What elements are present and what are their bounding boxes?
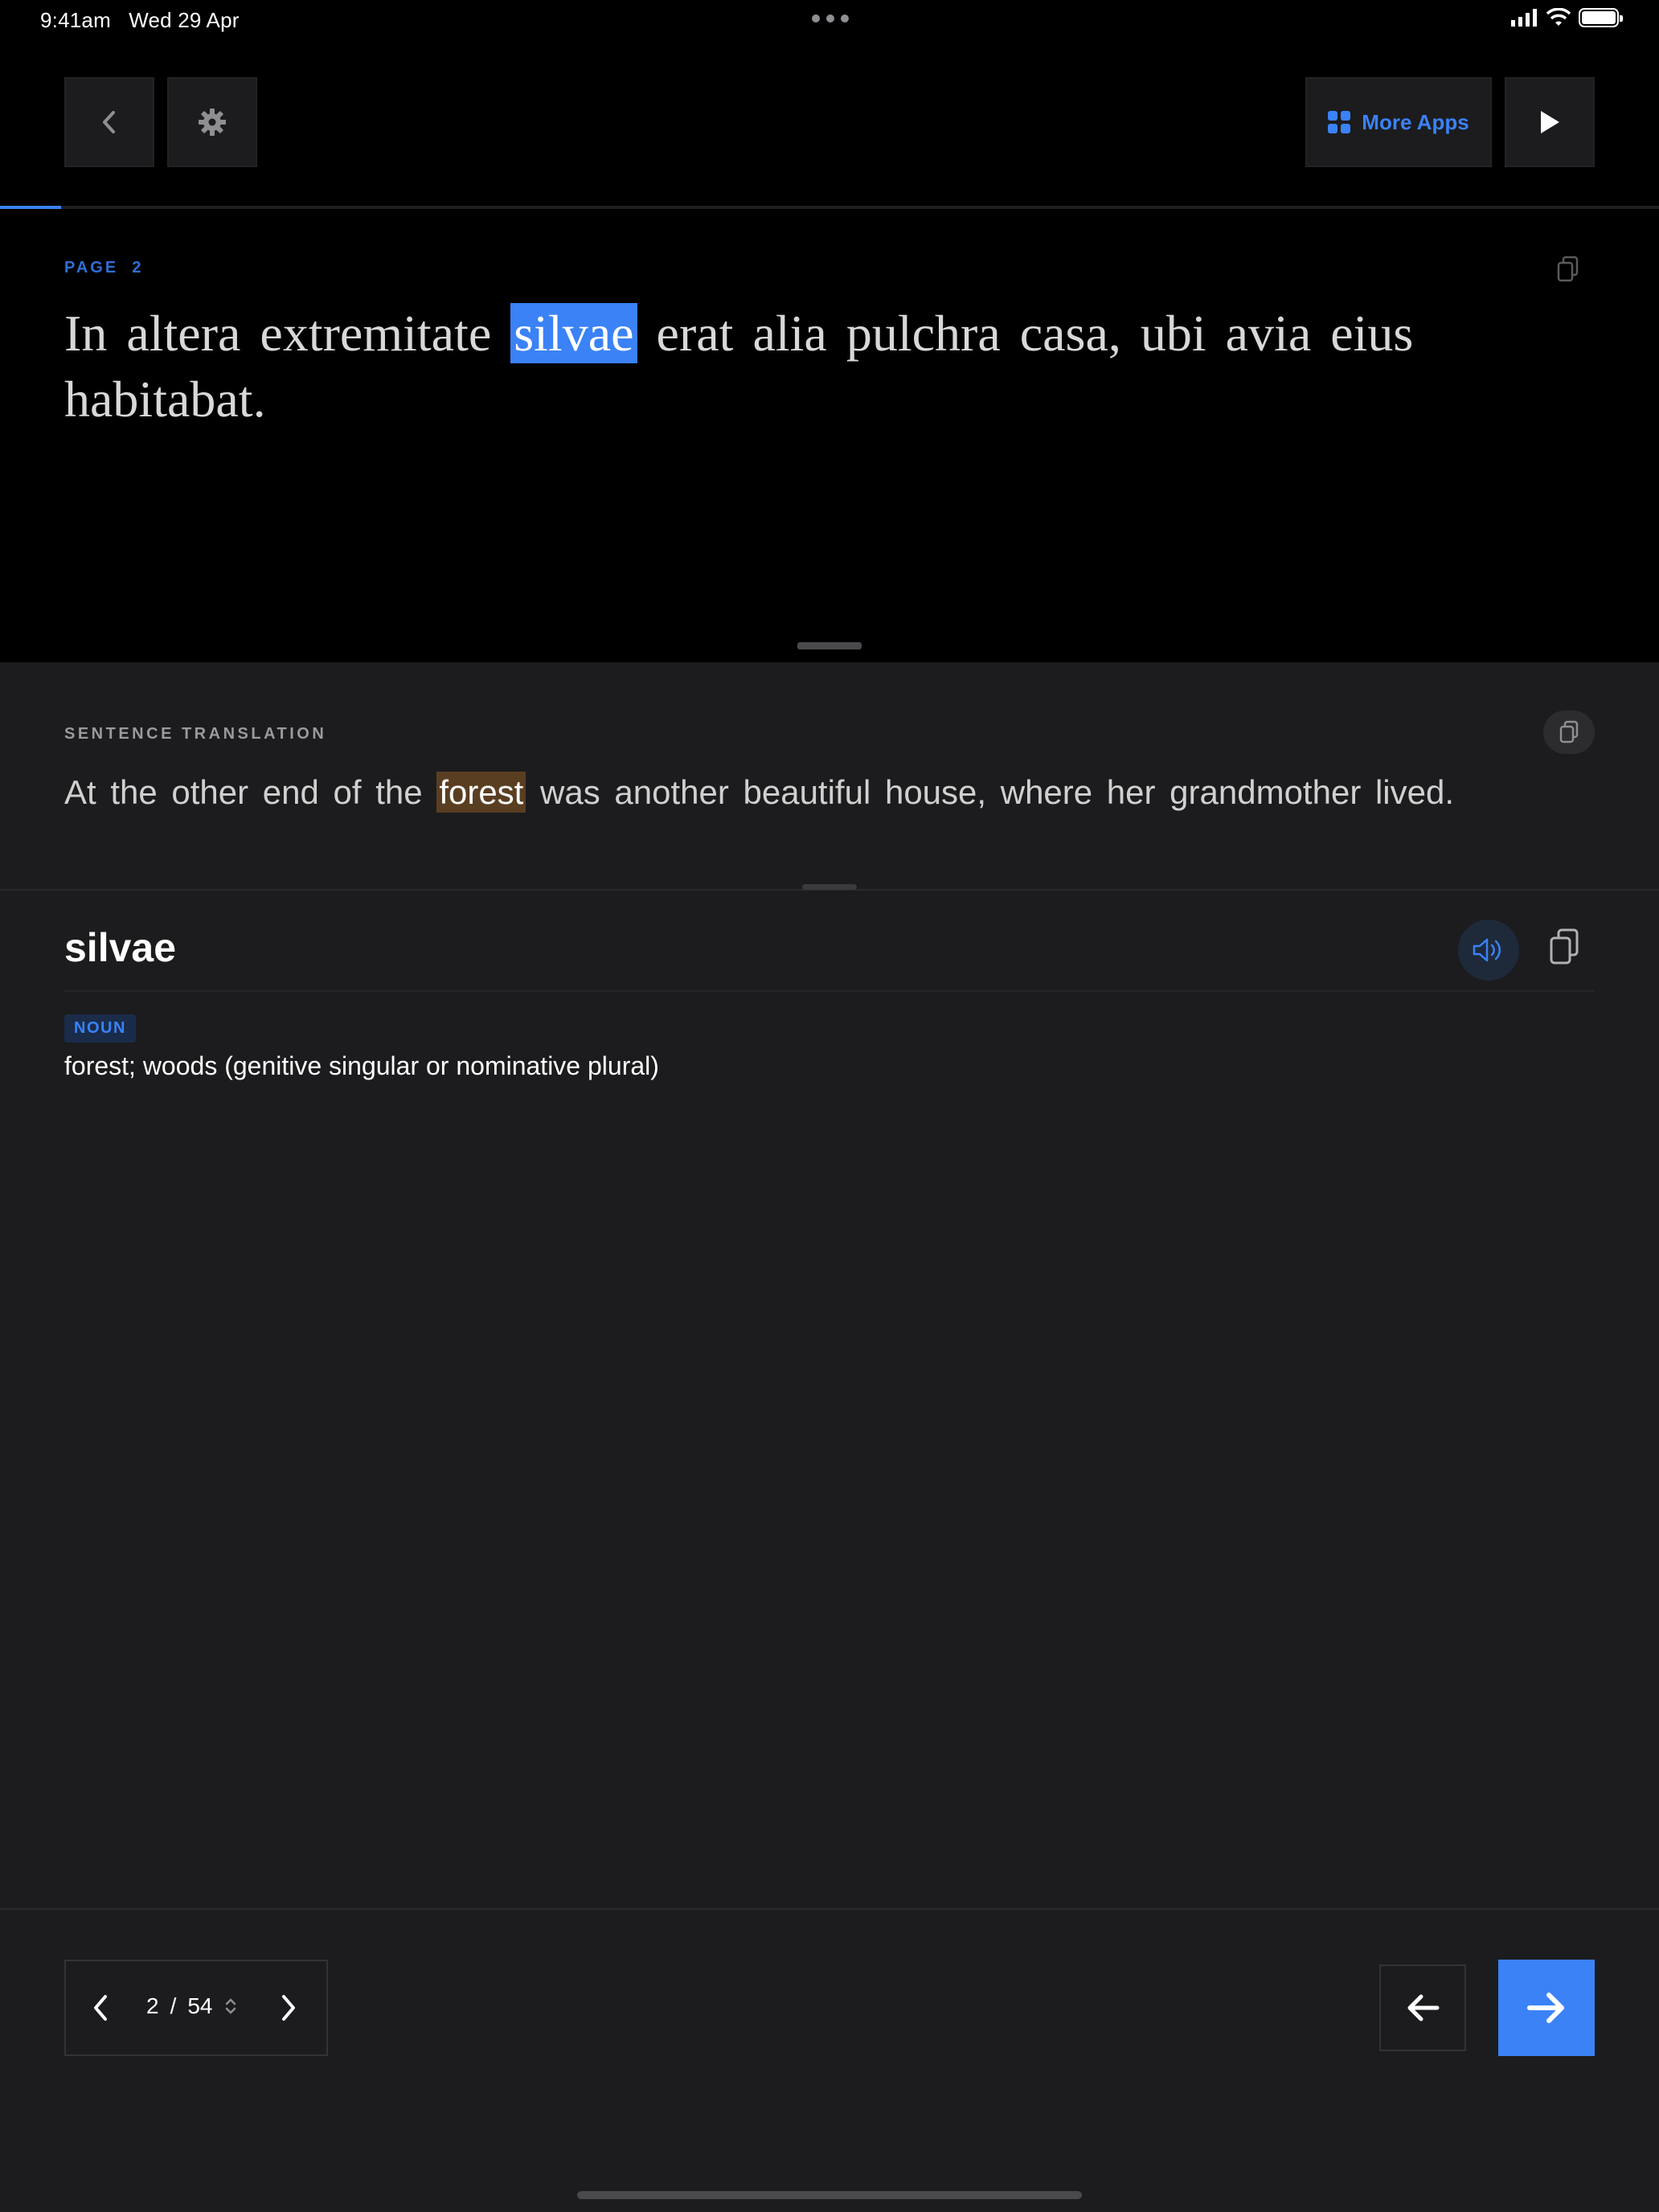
definition-text: forest; woods (genitive singular or nomi… xyxy=(64,1051,659,1080)
current-page: 2 xyxy=(146,1993,159,2018)
updown-icon xyxy=(225,1998,236,2014)
more-apps-button[interactable]: More Apps xyxy=(1305,77,1492,167)
panel-drag-handle[interactable] xyxy=(802,884,857,890)
speaker-icon xyxy=(1473,938,1501,962)
page-selector[interactable]: 2 / 54 xyxy=(146,1993,237,2019)
selected-word[interactable]: silvae xyxy=(510,303,637,363)
home-indicator[interactable] xyxy=(577,2191,1082,2199)
previous-sentence-button[interactable] xyxy=(1379,1964,1466,2051)
page-separator: / xyxy=(170,1993,177,2018)
back-button[interactable] xyxy=(64,77,154,167)
translation-sentence: At the other end of the forest was anoth… xyxy=(64,772,1455,813)
dictionary-word: silvae xyxy=(64,925,177,970)
divider xyxy=(64,990,1595,992)
translation-label: SENTENCE TRANSLATION xyxy=(64,725,327,743)
page-label: PAGE 2 xyxy=(64,259,144,276)
arrow-right-icon xyxy=(1527,1993,1564,2023)
more-apps-label: More Apps xyxy=(1362,109,1469,134)
next-page-button[interactable] xyxy=(276,1990,301,2030)
panel-drag-handle[interactable] xyxy=(797,642,862,649)
copy-icon xyxy=(1550,928,1579,965)
battery-icon xyxy=(1579,8,1623,27)
signal-icon xyxy=(1511,9,1537,27)
copy-translation-button[interactable] xyxy=(1543,711,1595,754)
translated-word: forest xyxy=(436,772,526,813)
latin-text-before[interactable]: In altera extremitate xyxy=(64,305,510,362)
grid-icon xyxy=(1328,111,1351,133)
copy-icon xyxy=(1559,720,1579,743)
previous-page-button[interactable] xyxy=(88,1990,113,2030)
chevron-left-icon xyxy=(103,111,115,133)
reading-progress xyxy=(0,206,1659,209)
reading-progress-fill xyxy=(0,206,62,209)
divider xyxy=(0,1908,1659,1910)
chevron-left-icon xyxy=(94,1995,107,2021)
wifi-icon xyxy=(1546,8,1571,26)
multitasking-dots[interactable] xyxy=(812,14,849,23)
page-pager: 2 / 54 xyxy=(64,1960,328,2056)
total-pages: 54 xyxy=(187,1993,213,2018)
gear-icon xyxy=(199,109,226,136)
chevron-right-icon xyxy=(282,1995,295,2021)
play-icon xyxy=(1541,111,1559,133)
arrow-left-icon xyxy=(1407,1994,1440,2022)
settings-button[interactable] xyxy=(167,77,257,167)
part-of-speech-badge: NOUN xyxy=(64,1014,136,1043)
latin-sentence: In altera extremitate silvae erat alia p… xyxy=(64,301,1591,432)
status-indicators xyxy=(1511,8,1623,27)
play-button[interactable] xyxy=(1505,77,1595,167)
pronounce-button[interactable] xyxy=(1458,920,1519,981)
copy-definition-button[interactable] xyxy=(1548,928,1580,970)
copy-text-button[interactable] xyxy=(1556,256,1580,287)
copy-icon xyxy=(1557,256,1579,282)
status-time: 9:41am Wed 29 Apr xyxy=(40,8,240,32)
next-sentence-button[interactable] xyxy=(1498,1960,1595,2056)
